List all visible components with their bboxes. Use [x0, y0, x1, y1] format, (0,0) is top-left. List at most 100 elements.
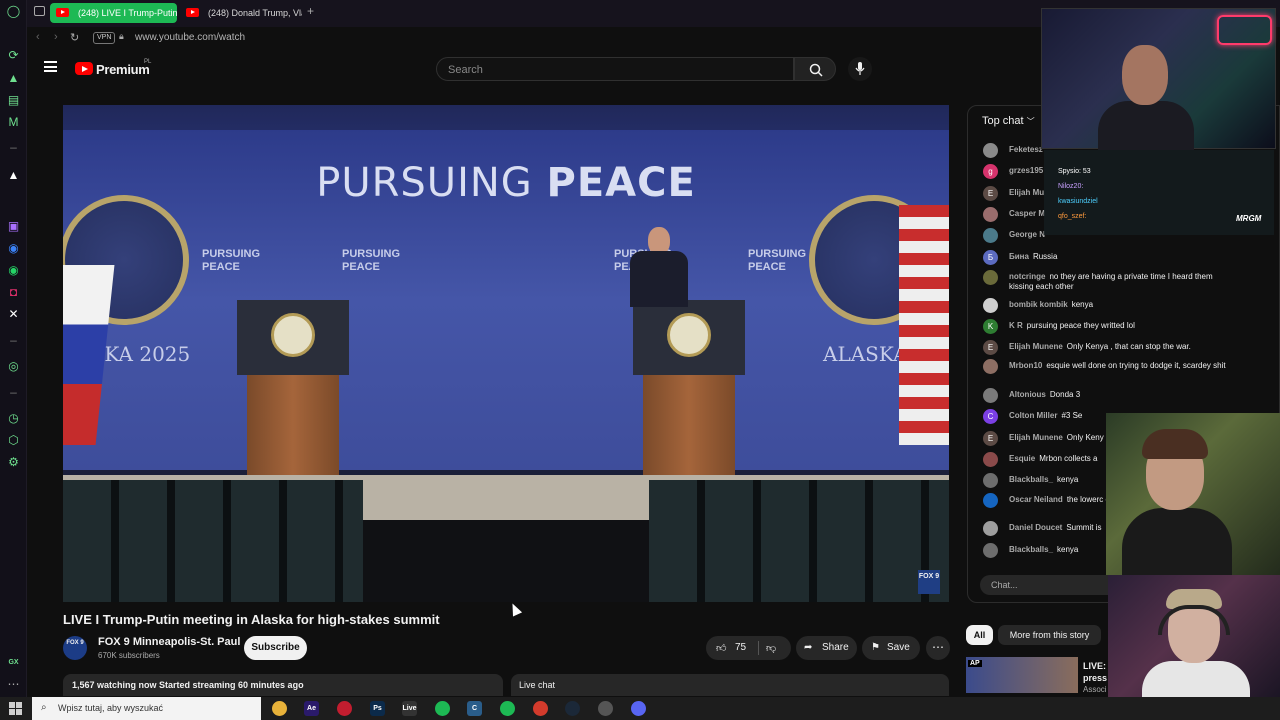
- spotify-2-icon[interactable]: [500, 701, 515, 716]
- chat-author[interactable]: Casper M: [1009, 209, 1045, 218]
- news-icon[interactable]: ▤: [6, 93, 21, 108]
- chat-author[interactable]: Colton Miller: [1009, 411, 1057, 420]
- logo-text[interactable]: Premium: [96, 62, 150, 77]
- photoshop-icon[interactable]: Ps: [370, 701, 385, 716]
- chat-avatar[interactable]: [983, 452, 998, 467]
- chat-avatar[interactable]: [983, 493, 998, 508]
- taskbar-search-input[interactable]: ⌕ Wpisz tutaj, aby wyszukać: [32, 697, 261, 720]
- live-chat-replay-bar[interactable]: Live chat: [511, 674, 949, 696]
- chat-avatar[interactable]: [983, 207, 998, 222]
- chat-avatar[interactable]: [983, 543, 998, 558]
- chat-author[interactable]: Mrbon10: [1009, 361, 1042, 370]
- windows-start-icon[interactable]: [9, 702, 22, 715]
- chat-avatar[interactable]: E: [983, 340, 998, 355]
- discord-icon[interactable]: [631, 701, 646, 716]
- c-app-icon[interactable]: C: [467, 701, 482, 716]
- reload-icon[interactable]: ↻: [70, 31, 79, 44]
- channel-name[interactable]: FOX 9 Minneapolis-St. Paul: [98, 636, 240, 648]
- chat-author[interactable]: Daniel Doucet: [1009, 523, 1062, 532]
- instagram-icon[interactable]: ◘: [6, 285, 21, 300]
- chat-author[interactable]: notcringe: [1009, 272, 1045, 281]
- video-player[interactable]: PURSUING PEACE PURSUING PEACE PURSUING P…: [63, 105, 949, 602]
- chat-avatar[interactable]: C: [983, 409, 998, 424]
- youtube-logo-icon[interactable]: [75, 62, 93, 75]
- chat-author[interactable]: bombik kombik: [1009, 300, 1068, 309]
- chat-avatar[interactable]: [983, 388, 998, 403]
- chat-avatar[interactable]: [983, 143, 998, 158]
- hamburger-menu-icon[interactable]: [44, 61, 57, 72]
- channel-avatar[interactable]: FOX 9: [63, 636, 87, 660]
- file-explorer-icon[interactable]: [272, 701, 287, 716]
- chat-author[interactable]: Blackballs_: [1009, 545, 1053, 554]
- tab-donald-trump[interactable]: (248) Donald Trump, Vlad: [180, 3, 302, 23]
- chat-avatar[interactable]: [983, 359, 998, 374]
- messenger-icon[interactable]: ◉: [6, 241, 21, 256]
- like-icon[interactable]: 👍︎: [716, 642, 726, 654]
- tab-overview-icon[interactable]: [34, 6, 45, 16]
- bookmark-icon[interactable]: ▲: [6, 71, 21, 86]
- whatsapp-icon[interactable]: ◉: [6, 263, 21, 278]
- chat-author[interactable]: Altonious: [1009, 390, 1046, 399]
- back-arrow-icon[interactable]: ‹: [36, 31, 40, 43]
- chat-author[interactable]: Blackballs_: [1009, 475, 1053, 484]
- chat-author[interactable]: Esquie: [1009, 454, 1035, 463]
- more-icon[interactable]: ⋯: [6, 677, 21, 692]
- save-button[interactable]: ⚑ Save: [862, 636, 920, 660]
- steam-icon[interactable]: [565, 701, 580, 716]
- speed-dial-icon[interactable]: ⟳: [6, 48, 21, 63]
- description-box[interactable]: 1,567 watching now Started streaming 60 …: [63, 674, 503, 696]
- tab-live-trump-putin[interactable]: (248) LIVE I Trump-Putin: [50, 3, 177, 23]
- opera-logo-icon[interactable]: ◯: [6, 4, 21, 19]
- twitch-icon[interactable]: ▣: [6, 219, 21, 234]
- chip-more-from-story[interactable]: More from this story: [998, 625, 1101, 645]
- extensions-icon[interactable]: ⬡: [6, 433, 21, 448]
- live-app-icon[interactable]: Live: [402, 701, 417, 716]
- chrome-icon[interactable]: [533, 701, 548, 716]
- subscribe-button[interactable]: Subscribe: [244, 636, 307, 660]
- history-icon[interactable]: ◷: [6, 411, 21, 426]
- vpn-badge[interactable]: VPN: [93, 32, 116, 44]
- more-actions-button[interactable]: ⋯: [926, 636, 950, 660]
- chat-avatar[interactable]: [983, 228, 998, 243]
- chat-avatar[interactable]: [983, 521, 998, 536]
- like-count[interactable]: 75: [735, 642, 746, 653]
- player-icon[interactable]: ◎: [6, 359, 21, 374]
- chip-all[interactable]: All: [966, 625, 993, 645]
- related-video-thumbnail[interactable]: AP: [966, 657, 1078, 693]
- search-input[interactable]: Search: [436, 57, 794, 81]
- share-button[interactable]: ➦ Share: [796, 636, 857, 660]
- chat-author[interactable]: Feketesz: [1009, 145, 1043, 154]
- chat-author[interactable]: Oscar Neiland: [1009, 495, 1063, 504]
- spotify-icon[interactable]: [435, 701, 450, 716]
- settings-icon[interactable]: ⚙: [6, 455, 21, 470]
- url-field[interactable]: www.youtube.com/watch: [135, 32, 245, 43]
- gx-icon[interactable]: GX: [6, 655, 21, 670]
- red-app-icon[interactable]: [337, 701, 352, 716]
- chat-avatar[interactable]: [983, 473, 998, 488]
- search-button[interactable]: [794, 57, 836, 81]
- chat-avatar[interactable]: g: [983, 164, 998, 179]
- chat-author[interactable]: K R: [1009, 321, 1023, 330]
- chat-avatar[interactable]: K: [983, 319, 998, 334]
- chat-author[interactable]: Elijah Mu: [1009, 188, 1044, 197]
- aria-icon[interactable]: ▲: [6, 168, 21, 183]
- voice-search-button[interactable]: [848, 57, 872, 81]
- chat-avatar[interactable]: E: [983, 431, 998, 446]
- forward-arrow-icon[interactable]: ›: [54, 31, 58, 43]
- chat-author[interactable]: George N: [1009, 230, 1045, 239]
- x-icon[interactable]: ✕: [6, 307, 21, 322]
- chat-avatar[interactable]: Б: [983, 250, 998, 265]
- chat-author[interactable]: Elijah Munene: [1009, 342, 1063, 351]
- chat-avatar[interactable]: [983, 298, 998, 313]
- lock-icon[interactable]: 🔒︎: [119, 31, 124, 42]
- chat-author[interactable]: grzes195: [1009, 166, 1043, 175]
- obs-icon[interactable]: [598, 701, 613, 716]
- chat-avatar[interactable]: [983, 270, 998, 285]
- m-app-icon[interactable]: M: [6, 115, 21, 130]
- top-chat-dropdown[interactable]: Top chat ﹀: [982, 115, 1035, 127]
- chat-author[interactable]: Бина: [1009, 252, 1029, 261]
- after-effects-icon[interactable]: Ae: [304, 701, 319, 716]
- new-tab-plus-icon[interactable]: +: [307, 4, 314, 18]
- dislike-icon[interactable]: 👎︎: [766, 642, 776, 654]
- chat-author[interactable]: Elijah Munene: [1009, 433, 1063, 442]
